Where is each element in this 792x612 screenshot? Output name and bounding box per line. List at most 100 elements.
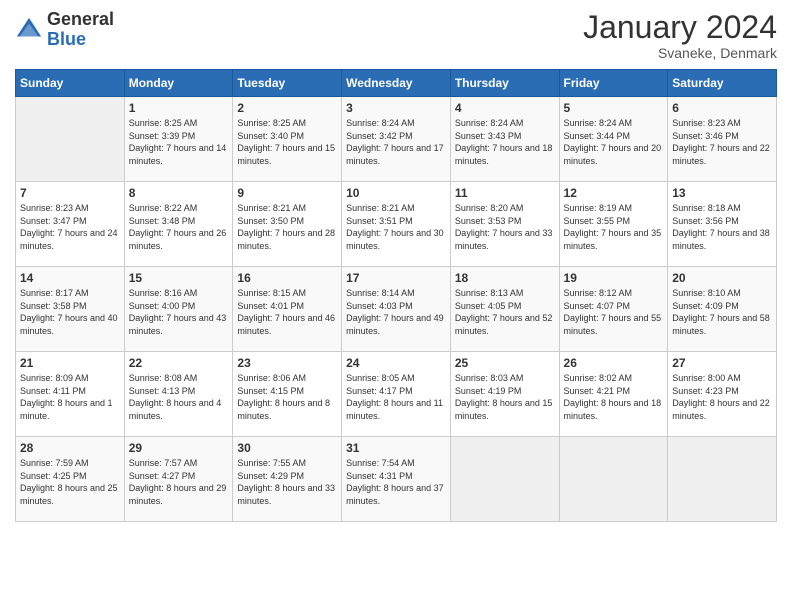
table-row: 11Sunrise: 8:20 AMSunset: 3:53 PMDayligh… <box>450 182 559 267</box>
page: General Blue January 2024 Svaneke, Denma… <box>0 0 792 612</box>
table-row: 26 Sunrise: 8:02 AMSunset: 4:21 PMDayligh… <box>559 352 668 437</box>
table-row: 16 Sunrise: 8:15 AMSunset: 4:01 PMDayligh… <box>233 267 342 352</box>
table-row: 13 Sunrise: 8:18 AMSunset: 3:56 PMDayligh… <box>668 182 777 267</box>
day-info: Sunrise: 8:21 AMSunset: 3:50 PMDaylight:… <box>237 202 337 252</box>
day-info: Sunrise: 7:55 AMSunset: 4:29 PMDaylight:… <box>237 457 337 507</box>
table-row: 23 Sunrise: 8:06 AMSunset: 4:15 PMDayligh… <box>233 352 342 437</box>
day-number: 22 <box>129 356 229 370</box>
logo-blue-text: Blue <box>47 30 114 50</box>
header-thursday: Thursday <box>450 70 559 97</box>
day-number: 16 <box>237 271 337 285</box>
day-info: Sunrise: 7:54 AMSunset: 4:31 PMDaylight:… <box>346 457 446 507</box>
table-row: 17Sunrise: 8:14 AMSunset: 4:03 PMDayligh… <box>342 267 451 352</box>
table-row <box>16 97 125 182</box>
day-number: 15 <box>129 271 229 285</box>
day-info: Sunrise: 8:12 AMSunset: 4:07 PMDaylight:… <box>564 287 664 337</box>
table-row: 24Sunrise: 8:05 AMSunset: 4:17 PMDayligh… <box>342 352 451 437</box>
day-info: Sunrise: 8:21 AMSunset: 3:51 PMDaylight:… <box>346 202 446 252</box>
day-number: 12 <box>564 186 664 200</box>
day-number: 25 <box>455 356 555 370</box>
table-row: 10 Sunrise: 8:21 AMSunset: 3:51 PMDayligh… <box>342 182 451 267</box>
day-number: 6 <box>672 101 772 115</box>
calendar-table: Sunday Monday Tuesday Wednesday Thursday… <box>15 69 777 522</box>
table-row: 3 Sunrise: 8:24 AMSunset: 3:42 PMDaylight… <box>342 97 451 182</box>
calendar-week-2: 7 Sunrise: 8:23 AMSunset: 3:47 PMDaylight… <box>16 182 777 267</box>
day-info: Sunrise: 8:06 AMSunset: 4:15 PMDaylight:… <box>237 372 337 422</box>
day-info: Sunrise: 8:23 AMSunset: 3:46 PMDaylight:… <box>672 117 772 167</box>
table-row: 5 Sunrise: 8:24 AMSunset: 3:44 PMDaylight… <box>559 97 668 182</box>
day-number: 14 <box>20 271 120 285</box>
day-info: Sunrise: 8:03 AMSunset: 4:19 PMDaylight:… <box>455 372 555 422</box>
table-row: 20 Sunrise: 8:10 AMSunset: 4:09 PMDayligh… <box>668 267 777 352</box>
day-number: 23 <box>237 356 337 370</box>
day-info: Sunrise: 8:24 AMSunset: 3:44 PMDaylight:… <box>564 117 664 167</box>
table-row: 15 Sunrise: 8:16 AMSunset: 4:00 PMDayligh… <box>124 267 233 352</box>
table-row: 2 Sunrise: 8:25 AMSunset: 3:40 PMDaylight… <box>233 97 342 182</box>
logo-text: General Blue <box>47 10 114 50</box>
table-row: 21 Sunrise: 8:09 AMSunset: 4:11 PMDayligh… <box>16 352 125 437</box>
day-number: 20 <box>672 271 772 285</box>
day-number: 5 <box>564 101 664 115</box>
day-info: Sunrise: 8:25 AMSunset: 3:40 PMDaylight:… <box>237 117 337 167</box>
month-title: January 2024 <box>583 10 777 45</box>
table-row: 30 Sunrise: 7:55 AMSunset: 4:29 PMDayligh… <box>233 437 342 522</box>
table-row: 12Sunrise: 8:19 AMSunset: 3:55 PMDayligh… <box>559 182 668 267</box>
location-subtitle: Svaneke, Denmark <box>583 45 777 61</box>
day-info: Sunrise: 8:18 AMSunset: 3:56 PMDaylight:… <box>672 202 772 252</box>
calendar-week-3: 14 Sunrise: 8:17 AMSunset: 3:58 PMDayligh… <box>16 267 777 352</box>
day-number: 28 <box>20 441 120 455</box>
day-info: Sunrise: 8:14 AMSunset: 4:03 PMDaylight:… <box>346 287 446 337</box>
day-number: 18 <box>455 271 555 285</box>
day-number: 27 <box>672 356 772 370</box>
header-wednesday: Wednesday <box>342 70 451 97</box>
day-info: Sunrise: 8:22 AMSunset: 3:48 PMDaylight:… <box>129 202 229 252</box>
calendar-week-4: 21 Sunrise: 8:09 AMSunset: 4:11 PMDayligh… <box>16 352 777 437</box>
day-info: Sunrise: 7:59 AMSunset: 4:25 PMDaylight:… <box>20 457 120 507</box>
table-row <box>668 437 777 522</box>
day-info: Sunrise: 8:02 AMSunset: 4:21 PMDaylight:… <box>564 372 664 422</box>
header-friday: Friday <box>559 70 668 97</box>
table-row: 25 Sunrise: 8:03 AMSunset: 4:19 PMDayligh… <box>450 352 559 437</box>
header-saturday: Saturday <box>668 70 777 97</box>
table-row: 27 Sunrise: 8:00 AMSunset: 4:23 PMDayligh… <box>668 352 777 437</box>
header-monday: Monday <box>124 70 233 97</box>
day-info: Sunrise: 8:17 AMSunset: 3:58 PMDaylight:… <box>20 287 120 337</box>
table-row: 4Sunrise: 8:24 AMSunset: 3:43 PMDaylight… <box>450 97 559 182</box>
day-info: Sunrise: 8:15 AMSunset: 4:01 PMDaylight:… <box>237 287 337 337</box>
day-number: 30 <box>237 441 337 455</box>
logo-icon <box>15 16 43 44</box>
day-number: 4 <box>455 101 555 115</box>
day-info: Sunrise: 8:25 AMSunset: 3:39 PMDaylight:… <box>129 117 229 167</box>
day-info: Sunrise: 8:09 AMSunset: 4:11 PMDaylight:… <box>20 372 120 422</box>
header-sunday: Sunday <box>16 70 125 97</box>
table-row <box>450 437 559 522</box>
table-row: 31 Sunrise: 7:54 AMSunset: 4:31 PMDayligh… <box>342 437 451 522</box>
table-row: 22 Sunrise: 8:08 AMSunset: 4:13 PMDayligh… <box>124 352 233 437</box>
day-number: 31 <box>346 441 446 455</box>
day-info: Sunrise: 8:20 AMSunset: 3:53 PMDaylight:… <box>455 202 555 252</box>
day-number: 7 <box>20 186 120 200</box>
day-info: Sunrise: 8:13 AMSunset: 4:05 PMDaylight:… <box>455 287 555 337</box>
day-info: Sunrise: 8:00 AMSunset: 4:23 PMDaylight:… <box>672 372 772 422</box>
logo-general-text: General <box>47 10 114 30</box>
header: General Blue January 2024 Svaneke, Denma… <box>15 10 777 61</box>
day-number: 3 <box>346 101 446 115</box>
day-info: Sunrise: 8:10 AMSunset: 4:09 PMDaylight:… <box>672 287 772 337</box>
day-info: Sunrise: 8:08 AMSunset: 4:13 PMDaylight:… <box>129 372 229 422</box>
day-number: 13 <box>672 186 772 200</box>
day-info: Sunrise: 8:23 AMSunset: 3:47 PMDaylight:… <box>20 202 120 252</box>
table-row: 28 Sunrise: 7:59 AMSunset: 4:25 PMDayligh… <box>16 437 125 522</box>
table-row <box>559 437 668 522</box>
day-number: 2 <box>237 101 337 115</box>
header-tuesday: Tuesday <box>233 70 342 97</box>
day-number: 10 <box>346 186 446 200</box>
calendar-week-1: 1Sunrise: 8:25 AMSunset: 3:39 PMDaylight… <box>16 97 777 182</box>
day-number: 21 <box>20 356 120 370</box>
day-info: Sunrise: 8:05 AMSunset: 4:17 PMDaylight:… <box>346 372 446 422</box>
day-number: 8 <box>129 186 229 200</box>
day-info: Sunrise: 8:16 AMSunset: 4:00 PMDaylight:… <box>129 287 229 337</box>
day-info: Sunrise: 8:24 AMSunset: 3:42 PMDaylight:… <box>346 117 446 167</box>
table-row: 7 Sunrise: 8:23 AMSunset: 3:47 PMDaylight… <box>16 182 125 267</box>
table-row: 6 Sunrise: 8:23 AMSunset: 3:46 PMDaylight… <box>668 97 777 182</box>
day-number: 26 <box>564 356 664 370</box>
